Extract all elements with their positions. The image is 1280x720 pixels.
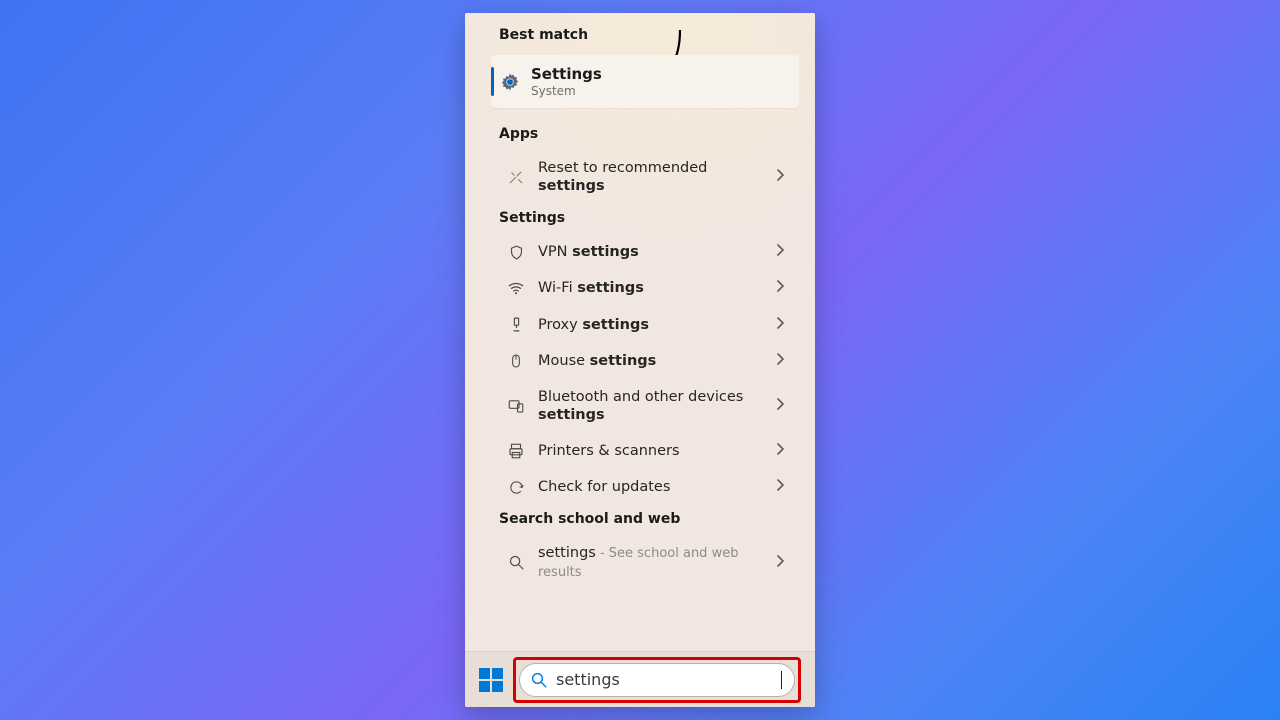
row-label: Check for updates [538, 478, 700, 496]
row-proxy-settings[interactable]: Proxy settings [475, 307, 805, 343]
row-mouse-settings[interactable]: Mouse settings [475, 343, 805, 379]
row-label: VPN settings [538, 243, 669, 261]
row-label: Bluetooth and other devices settings [538, 388, 781, 424]
row-vpn-settings[interactable]: VPN settings [475, 234, 805, 270]
row-label: Proxy settings [538, 316, 679, 334]
mouse-icon [507, 352, 525, 370]
chevron-right-icon [776, 443, 784, 459]
search-icon [507, 554, 525, 572]
taskbar [465, 651, 815, 707]
chevron-right-icon [776, 479, 784, 495]
chevron-right-icon [776, 169, 784, 185]
best-match-title: Settings [531, 65, 602, 83]
row-label: Mouse settings [538, 352, 686, 370]
chevron-right-icon [776, 555, 784, 571]
best-match-settings[interactable]: Settings System [491, 55, 799, 108]
chevron-right-icon [776, 280, 784, 296]
taskbar-search-box[interactable] [519, 663, 795, 697]
row-label: settings - See school and web results [538, 544, 781, 581]
start-search-panel: Best match Settings System Apps Reset to… [465, 13, 815, 707]
refresh-icon [507, 478, 525, 496]
row-wifi-settings[interactable]: Wi-Fi settings [475, 270, 805, 306]
chevron-right-icon [776, 398, 784, 414]
wifi-icon [507, 279, 525, 297]
section-best-match: Best match [475, 27, 805, 51]
start-button[interactable] [479, 668, 503, 692]
shield-icon [507, 243, 525, 261]
proxy-icon [507, 316, 525, 334]
section-settings: Settings [475, 204, 805, 234]
row-reset-settings[interactable]: Reset to recommended settings [475, 150, 805, 204]
chevron-right-icon [776, 244, 784, 260]
row-web-search[interactable]: settings - See school and web results [475, 535, 805, 590]
devices-icon [507, 397, 525, 415]
gear-icon [499, 71, 521, 93]
printer-icon [507, 442, 525, 460]
row-label: Wi-Fi settings [538, 279, 674, 297]
row-printers-scanners[interactable]: Printers & scanners [475, 433, 805, 469]
best-match-subtitle: System [531, 84, 602, 98]
tools-icon [507, 168, 525, 186]
annotation-highlight [513, 657, 801, 703]
section-apps: Apps [475, 120, 805, 150]
search-icon [530, 671, 548, 689]
chevron-right-icon [776, 317, 784, 333]
row-bluetooth-settings[interactable]: Bluetooth and other devices settings [475, 379, 805, 433]
section-search-web: Search school and web [475, 505, 805, 535]
row-label: Printers & scanners [538, 442, 710, 460]
chevron-right-icon [776, 353, 784, 369]
text-caret [781, 671, 782, 689]
search-results: Best match Settings System Apps Reset to… [465, 13, 815, 651]
row-label: Reset to recommended settings [538, 159, 781, 195]
row-check-updates[interactable]: Check for updates [475, 469, 805, 505]
search-input[interactable] [556, 670, 778, 689]
